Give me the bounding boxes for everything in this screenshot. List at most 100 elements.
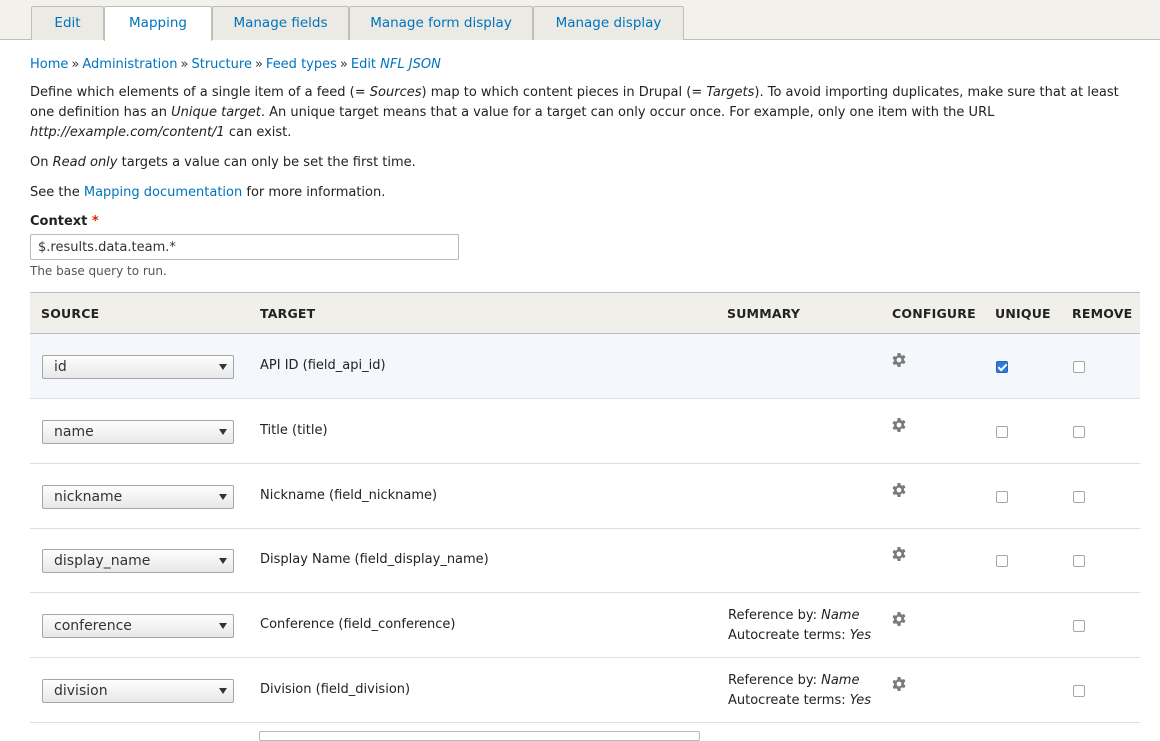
table-row: display_name Display Name (field_display… bbox=[30, 528, 1140, 593]
source-select[interactable]: display_name bbox=[42, 549, 234, 573]
mapping-intro-text: Define which elements of a single item o… bbox=[30, 83, 1140, 143]
target-label: Display Name (field_display_name) bbox=[260, 552, 489, 567]
unique-checkbox[interactable] bbox=[996, 491, 1008, 503]
tab-edit[interactable]: Edit bbox=[31, 6, 104, 40]
summary-reference-label: Reference by: bbox=[728, 608, 822, 623]
gear-icon[interactable] bbox=[891, 612, 907, 628]
target-label: Division (field_division) bbox=[260, 682, 411, 697]
breadcrumb-edit-prefix: Edit bbox=[350, 57, 381, 72]
remove-checkbox[interactable] bbox=[1073, 620, 1085, 632]
target-label: Nickname (field_nickname) bbox=[260, 488, 438, 503]
tab-manage-fields[interactable]: Manage fields bbox=[212, 6, 349, 40]
breadcrumb-edit-name: NFL JSON bbox=[380, 57, 441, 72]
header-unique: Unique bbox=[995, 306, 1051, 321]
tab-mapping[interactable]: Mapping bbox=[104, 6, 212, 41]
table-row: division Division (field_division) Refer… bbox=[30, 658, 1140, 723]
target-label: Conference (field_conference) bbox=[260, 617, 456, 632]
note-text-part: targets a value can only be set the firs… bbox=[117, 155, 416, 170]
intro-sources-term: Sources bbox=[369, 85, 422, 100]
table-row: nickname Nickname (field_nickname) bbox=[30, 464, 1140, 529]
source-select[interactable]: nickname bbox=[42, 485, 234, 509]
summary-text: Reference by: Name Autocreate terms: Yes bbox=[728, 606, 871, 646]
summary-text: Reference by: Name Autocreate terms: Yes bbox=[728, 671, 871, 711]
context-description: The base query to run. bbox=[30, 264, 167, 278]
gear-icon[interactable] bbox=[891, 353, 907, 369]
summary-line: Autocreate terms: Yes bbox=[728, 626, 871, 646]
target-label: API ID (field_api_id) bbox=[260, 358, 386, 373]
unique-checkbox[interactable] bbox=[996, 555, 1008, 567]
breadcrumb-administration[interactable]: Administration bbox=[82, 57, 177, 72]
intro-text-part: ) map to which content pieces in Drupal … bbox=[421, 85, 707, 100]
header-summary: Summary bbox=[727, 306, 801, 321]
summary-autocreate-label: Autocreate terms: bbox=[728, 693, 850, 708]
summary-autocreate-value: Yes bbox=[849, 628, 872, 643]
summary-autocreate-label: Autocreate terms: bbox=[728, 628, 850, 643]
intro-unique-term: Unique target bbox=[171, 105, 261, 120]
chevron-down-icon bbox=[219, 623, 227, 629]
source-select[interactable]: conference bbox=[42, 614, 234, 638]
header-configure: Configure bbox=[892, 306, 976, 321]
summary-autocreate-value: Yes bbox=[849, 693, 872, 708]
table-row: id API ID (field_api_id) bbox=[30, 334, 1140, 399]
summary-reference-value: Name bbox=[821, 673, 860, 688]
chevron-down-icon bbox=[219, 494, 227, 500]
header-target: Target bbox=[260, 306, 316, 321]
intro-text-part: can exist. bbox=[224, 125, 292, 140]
breadcrumb-separator: » bbox=[71, 57, 80, 72]
table-row: conference Conference (field_conference)… bbox=[30, 593, 1140, 658]
required-marker: * bbox=[91, 214, 99, 229]
source-select-value: name bbox=[54, 424, 94, 440]
breadcrumb-structure[interactable]: Structure bbox=[191, 57, 251, 72]
intro-example-url: http://example.com/content/1 bbox=[30, 125, 225, 140]
intro-targets-term: Targets bbox=[706, 85, 755, 100]
gear-icon[interactable] bbox=[891, 418, 907, 434]
gear-icon[interactable] bbox=[891, 483, 907, 499]
remove-checkbox[interactable] bbox=[1073, 555, 1085, 567]
source-select[interactable]: division bbox=[42, 679, 234, 703]
documentation-note: See the Mapping documentation for more i… bbox=[30, 183, 1140, 203]
note-text-part: See the bbox=[30, 185, 84, 200]
source-select-value: conference bbox=[54, 618, 132, 634]
source-select-value: division bbox=[54, 683, 108, 699]
breadcrumb-separator: » bbox=[339, 57, 348, 72]
unique-checkbox[interactable] bbox=[996, 426, 1008, 438]
source-select[interactable]: id bbox=[42, 355, 234, 379]
breadcrumb-home[interactable]: Home bbox=[30, 57, 68, 72]
breadcrumb-edit-feed-type[interactable]: Edit NFL JSON bbox=[351, 57, 441, 72]
source-select-value: nickname bbox=[54, 489, 123, 505]
context-label: Context * bbox=[30, 214, 99, 229]
breadcrumb-separator: » bbox=[180, 57, 189, 72]
table-row: name Title (title) bbox=[30, 399, 1140, 464]
remove-checkbox[interactable] bbox=[1073, 685, 1085, 697]
chevron-down-icon bbox=[219, 364, 227, 370]
unique-checkbox[interactable] bbox=[996, 361, 1008, 373]
summary-line: Autocreate terms: Yes bbox=[728, 691, 871, 711]
intro-text-part: Define which elements of a single item o… bbox=[30, 85, 370, 100]
note-text-part: On bbox=[30, 155, 53, 170]
breadcrumb-feed-types[interactable]: Feed types bbox=[266, 57, 337, 72]
source-select[interactable]: name bbox=[42, 420, 234, 444]
tab-manage-form-display[interactable]: Manage form display bbox=[349, 6, 533, 40]
tab-bar: Edit Mapping Manage fields Manage form d… bbox=[0, 0, 1160, 41]
summary-line: Reference by: Name bbox=[728, 606, 871, 626]
mapping-documentation-link[interactable]: Mapping documentation bbox=[84, 185, 242, 200]
chevron-down-icon bbox=[219, 429, 227, 435]
summary-reference-label: Reference by: bbox=[728, 673, 822, 688]
context-label-text: Context bbox=[30, 214, 88, 229]
target-label: Title (title) bbox=[260, 423, 328, 438]
remove-checkbox[interactable] bbox=[1073, 361, 1085, 373]
remove-checkbox[interactable] bbox=[1073, 491, 1085, 503]
gear-icon[interactable] bbox=[891, 547, 907, 563]
header-remove: Remove bbox=[1072, 306, 1133, 321]
breadcrumb: Home» Administration» Structure» Feed types… bbox=[30, 57, 441, 72]
context-input[interactable] bbox=[30, 234, 459, 260]
summary-line: Reference by: Name bbox=[728, 671, 871, 691]
source-select-value: id bbox=[54, 359, 67, 375]
header-source: Source bbox=[41, 306, 100, 321]
new-target-select[interactable] bbox=[259, 731, 700, 741]
read-only-note: On Read only targets a value can only be… bbox=[30, 153, 1140, 173]
chevron-down-icon bbox=[219, 688, 227, 694]
remove-checkbox[interactable] bbox=[1073, 426, 1085, 438]
gear-icon[interactable] bbox=[891, 677, 907, 693]
tab-manage-display[interactable]: Manage display bbox=[533, 6, 684, 40]
